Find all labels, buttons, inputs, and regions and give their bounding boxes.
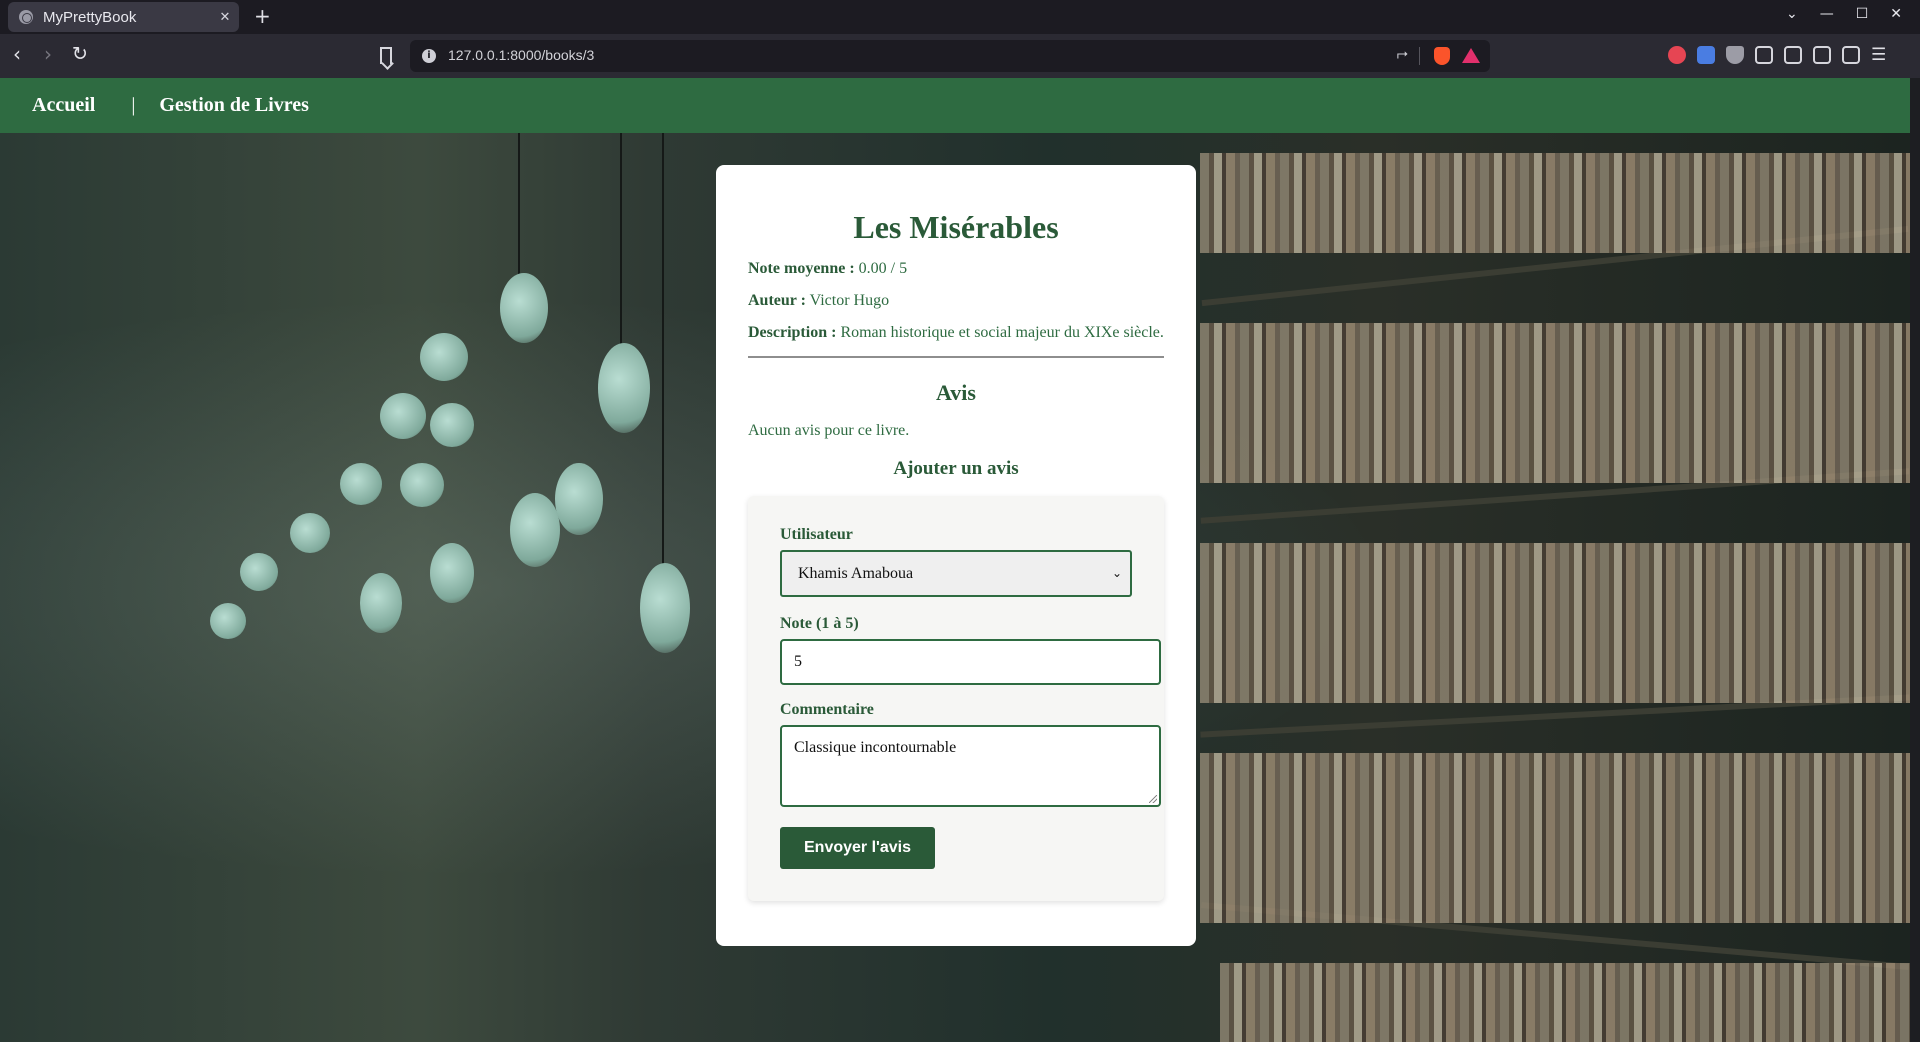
- share-icon[interactable]: ⮣: [1397, 46, 1408, 62]
- comment-text: Classique incontournable: [794, 739, 957, 756]
- description-value: Roman historique et social majeur du XIX…: [840, 324, 1164, 341]
- new-tab-button[interactable]: +: [254, 4, 271, 28]
- close-icon[interactable]: ✕: [211, 10, 239, 25]
- leo-ai-icon[interactable]: [1842, 46, 1860, 64]
- back-arrow-icon[interactable]: ‹: [13, 42, 21, 66]
- review-form: Utilisateur Khamis Amaboua ⌄ Note (1 à 5…: [748, 496, 1164, 901]
- resize-handle-icon[interactable]: [1149, 795, 1157, 803]
- comment-label: Commentaire: [780, 701, 874, 718]
- browser-tab[interactable]: MyPrettyBook ✕: [8, 2, 239, 32]
- bookmark-icon[interactable]: [380, 47, 392, 64]
- add-review-heading: Ajouter un avis: [893, 458, 1019, 479]
- globe-icon: [19, 10, 33, 24]
- site-info-icon[interactable]: i: [422, 49, 436, 63]
- submit-review-button[interactable]: Envoyer l'avis: [780, 827, 935, 869]
- book-title: Les Misérables: [853, 209, 1059, 245]
- nav-link-home[interactable]: Accueil: [32, 94, 95, 117]
- rating-input[interactable]: 5: [780, 639, 1161, 685]
- reload-icon[interactable]: ↻: [72, 42, 88, 66]
- book-rating: Note moyenne : 0.00 / 5: [748, 260, 1164, 278]
- minimize-button[interactable]: —: [1820, 6, 1834, 22]
- address-bar-divider: [1419, 47, 1420, 65]
- section-divider: [748, 356, 1164, 358]
- user-label: Utilisateur: [780, 526, 853, 543]
- vpn-shield-icon[interactable]: [1726, 46, 1744, 64]
- brave-shields-icon[interactable]: [1434, 47, 1450, 65]
- sidebar-icon[interactable]: [1784, 46, 1802, 64]
- reviews-heading: Avis: [936, 380, 976, 405]
- rating-field-label: Note (1 à 5): [780, 615, 859, 632]
- rating-value: 0.00 / 5: [858, 260, 908, 277]
- extension-red-icon[interactable]: [1668, 46, 1686, 64]
- tab-title: MyPrettyBook: [43, 8, 137, 26]
- author-label: Auteur :: [748, 292, 806, 309]
- comment-textarea[interactable]: Classique incontournable: [780, 725, 1161, 807]
- extension-blue-icon[interactable]: [1697, 46, 1715, 64]
- book-author: Auteur : Victor Hugo: [748, 292, 1164, 310]
- book-description: Description : Roman historique et social…: [748, 324, 1164, 342]
- close-window-button[interactable]: ✕: [1890, 6, 1902, 22]
- brave-rewards-icon[interactable]: [1462, 48, 1480, 63]
- nav-link-books[interactable]: Gestion de Livres: [159, 94, 309, 117]
- user-select[interactable]: Khamis Amaboua ⌄: [780, 550, 1132, 597]
- wallet-icon[interactable]: [1813, 46, 1831, 64]
- extensions-puzzle-icon[interactable]: [1755, 46, 1773, 64]
- extension-icons: ☰: [1668, 46, 1886, 64]
- maximize-button[interactable]: ☐: [1856, 6, 1869, 22]
- forward-arrow-icon[interactable]: ›: [44, 42, 52, 66]
- hamburger-menu-icon[interactable]: ☰: [1871, 46, 1886, 64]
- author-value: Victor Hugo: [809, 292, 890, 309]
- tab-list-button[interactable]: ⌄: [1786, 6, 1798, 22]
- description-label: Description :: [748, 324, 837, 341]
- empty-reviews-message: Aucun avis pour ce livre.: [748, 422, 910, 439]
- address-bar[interactable]: i 127.0.0.1:8000/books/3 ⮣: [410, 40, 1490, 72]
- user-select-value: Khamis Amaboua: [798, 564, 914, 582]
- web-page: Accueil | Gestion de Livres Les Misérabl…: [0, 78, 1910, 1042]
- browser-toolbar: ‹ › ↻ i 127.0.0.1:8000/books/3 ⮣ ☰: [0, 34, 1920, 78]
- rating-label: Note moyenne :: [748, 260, 855, 277]
- top-navbar: Accueil | Gestion de Livres: [0, 78, 1910, 133]
- book-detail-card: Les Misérables Note moyenne : 0.00 / 5 A…: [716, 165, 1196, 946]
- browser-tab-bar: MyPrettyBook ✕ + ⌄ — ☐ ✕: [0, 0, 1920, 34]
- window-controls: ⌄ — ☐ ✕: [1786, 6, 1902, 22]
- chevron-down-icon: ⌄: [1111, 566, 1122, 580]
- url-text[interactable]: 127.0.0.1:8000/books/3: [448, 47, 594, 63]
- nav-separator: |: [131, 94, 136, 116]
